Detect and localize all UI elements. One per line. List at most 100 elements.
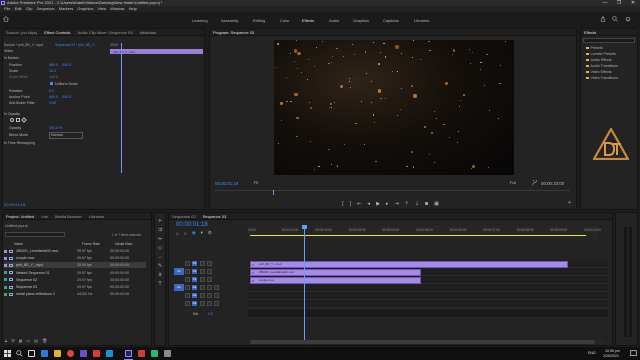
track-lock-icon[interactable] [185,277,190,282]
project-row[interactable]: 280401_Levelfame02.mov 29.97 fps 00:00:00:… [4,248,146,254]
extract-icon[interactable]: ⇣ [415,201,419,207]
lift-icon[interactable]: ⇡ [405,201,409,207]
menu-edit[interactable]: Edit [15,6,22,11]
rectangle-mask-icon[interactable] [16,118,20,122]
export-frame-icon[interactable]: ◙ [425,201,428,207]
ec-anchor-x[interactable]: 960.0 [49,95,62,100]
chrome-icon[interactable] [67,350,74,357]
mark-in-icon[interactable]: { [342,201,344,207]
mix-value[interactable]: 0.0 [208,312,213,316]
label-color-swatch[interactable] [4,263,7,267]
workspace-assembly[interactable]: Assembly [221,18,238,23]
effects-item-audio-transitions[interactable]: Audio Transitions [586,64,618,69]
project-row[interactable]: pnh_8D_Y_.mp4 25.00 fps 00:00:00:00 [4,262,146,269]
track-lock-icon[interactable] [185,261,190,266]
new-bin-icon[interactable]: ▭ [27,338,31,343]
notifications-icon[interactable] [625,16,631,22]
ec-clip-bar[interactable]: pnh_8D_Y_mp4 [110,49,203,54]
track-lock-icon[interactable] [185,285,190,290]
file-explorer-icon[interactable] [54,350,61,357]
project-row[interactable]: couple.mov 29.97 fps 00:00:00:00 [4,255,146,261]
sync-lock-icon[interactable] [200,277,205,282]
tab-info[interactable]: Info [38,213,51,219]
sync-lock-icon[interactable] [200,269,205,274]
tab-audio-clip-mixer[interactable]: Audio Clip Mixer: Sequence 03 [75,29,136,35]
tab-sequence-03[interactable]: Sequence 03 [200,213,230,219]
timeline-playhead[interactable] [303,225,305,340]
menu-markers[interactable]: Markers [59,6,73,11]
app-icon-green[interactable] [151,350,158,357]
workspace-libraries[interactable]: Libraries [414,18,429,23]
project-search-input[interactable] [5,232,65,237]
ec-opacity-value[interactable]: 100.0 % [49,126,62,130]
menu-graphics[interactable]: Graphics [77,6,93,11]
workspace-effects[interactable]: Effects [302,18,314,23]
effects-item-video-effects[interactable]: Video Effects [586,70,612,75]
mark-out-icon[interactable]: } [350,201,352,207]
project-row[interactable]: metal piano reflections 2 44100 Hz 00:00:0… [4,291,146,297]
clock-date[interactable]: 2/20/2021 [603,354,619,358]
ec-position-y[interactable]: 540.0 [62,63,71,67]
new-item-icon[interactable]: ▤ [34,338,38,343]
tab-program[interactable]: Program: Sequence 03 [210,29,257,35]
ec-current-time[interactable]: 00:00:01:18 [4,202,25,207]
ec-antiflicker-value[interactable]: 0.00 [49,101,56,105]
eye-icon[interactable] [207,277,212,282]
workspace-graphics[interactable]: Graphics [353,18,369,23]
label-color-swatch[interactable] [4,285,7,289]
timeline-clip[interactable]: 280401_Levelfame02.mov fx [250,268,422,276]
tab-metadata[interactable]: Metadata [137,29,160,35]
column-frame-rate[interactable]: Frame Rate [82,242,100,246]
microphone-icon[interactable] [214,301,219,306]
label-color-swatch[interactable] [4,278,7,282]
add-button-icon[interactable]: + [568,200,571,206]
column-media-start[interactable]: Media Start [115,242,132,246]
go-to-out-icon[interactable]: ⇥ [394,201,398,207]
menu-help[interactable]: Help [129,6,137,11]
work-area-bar[interactable] [250,235,586,237]
timeline-timecode[interactable]: 00:00:01:18 [176,222,208,228]
step-forward-icon[interactable]: ▸ [386,201,389,207]
pen-tool-icon[interactable]: ✎ [157,263,163,269]
ec-position-x[interactable]: 960.0 [49,63,62,68]
workspace-learning[interactable]: Learning [192,18,208,23]
slip-tool-icon[interactable]: ↔ [157,254,163,260]
hand-tool-icon[interactable]: ✋︎ [157,272,163,278]
quality-select[interactable]: Full [510,181,516,185]
ec-anchor-y[interactable]: 540.0 [62,95,71,99]
program-playhead[interactable] [273,190,274,195]
selection-tool-icon[interactable]: ➤ [157,218,163,224]
app-icon-gray[interactable] [164,350,171,357]
menu-view[interactable]: View [97,6,106,11]
sync-lock-icon[interactable] [200,261,205,266]
track-lock-icon[interactable] [185,293,190,298]
pen-mask-icon[interactable] [21,117,27,123]
clock-time[interactable]: 10:55 pm [605,349,620,353]
youtube-icon[interactable] [138,350,145,357]
effects-search-input[interactable] [583,38,635,43]
label-color-swatch[interactable] [4,249,7,253]
tab-libraries[interactable]: Libraries [86,213,107,219]
type-tool-icon[interactable]: T [157,281,163,287]
track-lock-icon[interactable] [185,269,190,274]
language-indicator[interactable]: ENG [588,351,596,355]
track-target-a3[interactable]: A3 [192,301,197,306]
tab-effect-controls[interactable]: Effect Controls [41,29,73,35]
timeline-clip[interactable]: pnh_8D_Y_.mp4 fx [250,260,568,268]
tab-project[interactable]: Project: Untitled [3,213,37,219]
snap-icon[interactable]: ∩ [184,231,187,236]
list-view-icon[interactable]: ☰ [11,338,15,343]
timeline-clip[interactable]: couple.mov fx [250,276,422,284]
microphone-icon[interactable] [214,293,219,298]
solo-icon[interactable] [207,293,212,298]
linked-selection-icon[interactable]: ◉ [192,230,196,236]
razor-tool-icon[interactable]: ◇ [157,245,163,251]
eye-icon[interactable] [207,269,212,274]
solo-icon[interactable] [207,285,212,290]
program-timecode[interactable]: 00:00:01:18 [215,181,238,186]
track-target-a1[interactable]: A1 [192,285,197,290]
uniform-scale-checkbox[interactable] [50,82,53,85]
add-marker-icon[interactable]: ▾ [201,230,203,236]
clear-icon[interactable]: 🗑︎ [42,338,47,343]
source-patch-a1[interactable]: A1 [174,284,184,291]
